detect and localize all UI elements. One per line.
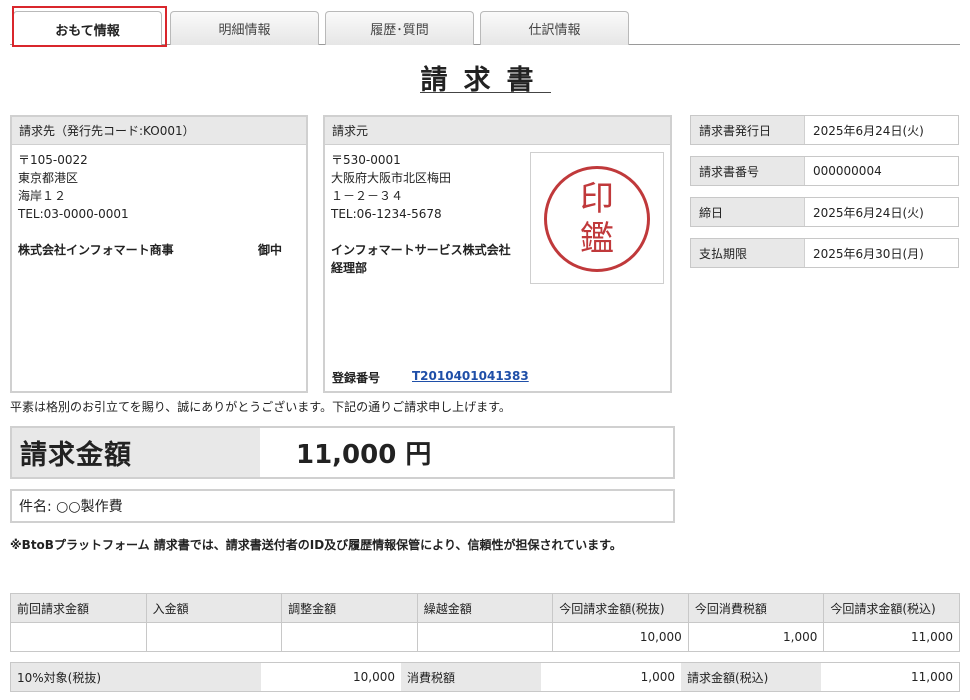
trust-note: ※BtoBプラットフォーム 請求書では、請求書送付者のID及び履歴情報保管により… bbox=[10, 538, 622, 552]
recipient-address1: 東京都港区 bbox=[18, 171, 79, 185]
recipient-header: 請求先（発行先コード:KO001） bbox=[12, 117, 306, 145]
consumption-tax-value: 1,000 bbox=[541, 663, 681, 691]
summary-value-row: 10,000 1,000 11,000 bbox=[10, 622, 960, 652]
recipient-box: 請求先（発行先コード:KO001） 〒105-0022 東京都港区 海岸１２ T… bbox=[10, 115, 308, 393]
total-incl-tax-label: 請求金額(税込) bbox=[681, 663, 821, 691]
info-invoice-number: 請求書番号 000000004 bbox=[690, 156, 959, 186]
tax-target-value: 10,000 bbox=[261, 663, 401, 691]
total-incl-tax-value: 11,000 bbox=[821, 663, 959, 691]
registration-label: 登録番号 bbox=[332, 371, 381, 385]
tax-target-label: 10%対象(税抜) bbox=[11, 663, 261, 691]
issuer-header: 請求元 bbox=[325, 117, 670, 145]
invoice-amount-value: 11,000 円 bbox=[296, 440, 432, 470]
summary-table: 前回請求金額 入金額 調整金額 繰越金額 今回請求金額(税抜) 今回消費税額 今… bbox=[10, 593, 960, 652]
consumption-tax-label: 消費税額 bbox=[401, 663, 541, 691]
recipient-company: 株式会社インフォマート商事 bbox=[18, 243, 174, 257]
info-issue-date: 請求書発行日 2025年6月24日(火) bbox=[690, 115, 959, 145]
recipient-address2: 海岸１２ bbox=[18, 189, 67, 203]
info-closing-date: 締日 2025年6月24日(火) bbox=[690, 197, 959, 227]
greeting-text: 平素は格別のお引立てを賜り、誠にありがとうございます。下記の通りご請求申し上げま… bbox=[10, 400, 511, 414]
tab-journal-info[interactable]: 仕訳情報 bbox=[480, 11, 629, 45]
tab-history-question[interactable]: 履歴･質問 bbox=[325, 11, 474, 45]
seal-stamp-box: 印 鑑 bbox=[530, 152, 664, 284]
subject-field: 件名: ○○製作費 bbox=[10, 489, 675, 523]
active-tab-highlight bbox=[12, 6, 167, 47]
invoice-amount-box: 請求金額 11,000 円 bbox=[10, 426, 675, 479]
recipient-postal: 〒105-0022 bbox=[18, 153, 88, 167]
tax-breakdown-row: 10%対象(税抜) 10,000 消費税額 1,000 請求金額(税込) 11,… bbox=[10, 662, 960, 692]
info-due-date: 支払期限 2025年6月30日(月) bbox=[690, 238, 959, 268]
invoice-amount-label: 請求金額 bbox=[12, 428, 260, 477]
seal-stamp-icon: 印 鑑 bbox=[544, 166, 650, 272]
summary-header-row: 前回請求金額 入金額 調整金額 繰越金額 今回請求金額(税抜) 今回消費税額 今… bbox=[10, 593, 960, 623]
registration-number-link[interactable]: T2010401041383 bbox=[412, 369, 529, 386]
tab-detail-info[interactable]: 明細情報 bbox=[170, 11, 319, 45]
recipient-honorific: 御中 bbox=[257, 243, 282, 257]
recipient-tel: TEL:03-0000-0001 bbox=[18, 207, 129, 221]
title-underline bbox=[420, 92, 551, 93]
